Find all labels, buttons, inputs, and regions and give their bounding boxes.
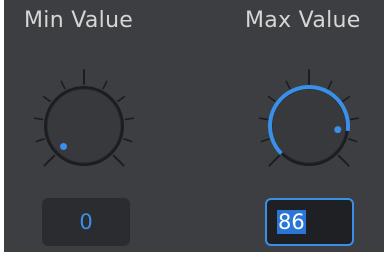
knob-tick bbox=[42, 95, 51, 103]
max-value-text: 86 bbox=[277, 210, 306, 234]
knob-tick bbox=[327, 80, 333, 90]
knob-tick bbox=[349, 117, 360, 121]
min-value-label: Min Value bbox=[24, 8, 134, 33]
knob-tick bbox=[102, 80, 108, 90]
knob-tick bbox=[285, 80, 291, 90]
knob-indicator-dot bbox=[334, 126, 342, 134]
knob-tick bbox=[117, 95, 126, 103]
knob-tick bbox=[268, 154, 281, 167]
max-value-label: Max Value bbox=[245, 8, 361, 33]
knob-tick bbox=[123, 138, 133, 143]
knob-tick bbox=[260, 138, 270, 143]
max-value-field[interactable]: 86 bbox=[265, 198, 354, 246]
knob-tick bbox=[124, 117, 135, 121]
max-value-knob[interactable] bbox=[249, 66, 369, 186]
knob-tick bbox=[60, 80, 66, 90]
knob-body bbox=[271, 88, 347, 164]
knob-tick bbox=[348, 138, 358, 143]
knob-tick bbox=[33, 117, 44, 121]
min-value-field[interactable]: 0 bbox=[42, 198, 130, 246]
knob-body bbox=[46, 88, 122, 164]
knob-tick bbox=[342, 95, 351, 103]
knob-tick bbox=[112, 154, 125, 167]
min-value-text: 0 bbox=[79, 210, 93, 234]
min-value-knob[interactable] bbox=[24, 66, 144, 186]
knob-tick bbox=[267, 95, 276, 103]
knob-panel: Min Value 0 Max Value 86 bbox=[4, 0, 384, 252]
knob-indicator-dot bbox=[59, 143, 67, 151]
knob-tick bbox=[43, 154, 56, 167]
knob-tick bbox=[35, 138, 45, 143]
knob-tick bbox=[337, 154, 350, 167]
knob-tick bbox=[258, 117, 269, 121]
